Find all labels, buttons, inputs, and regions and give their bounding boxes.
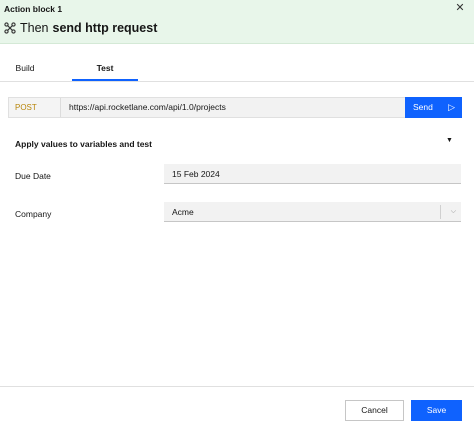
action-icon [4, 22, 16, 34]
footer-divider [0, 386, 474, 387]
company-value: Acme [172, 207, 194, 217]
due-date-field[interactable]: 15 Feb 2024 [164, 164, 461, 184]
send-button[interactable]: Send ▷ [405, 97, 462, 118]
step-prefix: Then [20, 21, 49, 35]
tab-bar: Build Test [0, 56, 474, 82]
close-icon[interactable]: ✕ [454, 2, 466, 14]
url-input[interactable] [69, 98, 409, 117]
due-date-label: Due Date [15, 171, 51, 181]
http-method[interactable]: POST [9, 98, 61, 117]
request-bar: POST Send ▷ [8, 97, 462, 118]
send-label: Send [413, 102, 433, 112]
section-title: Apply values to variables and test [15, 139, 152, 149]
caret-down-icon[interactable]: ▼ [446, 137, 453, 144]
divider [440, 205, 441, 219]
save-button[interactable]: Save [411, 400, 462, 421]
step-heading: Then send http request [4, 20, 157, 36]
company-label: Company [15, 209, 52, 219]
send-icon: ▷ [448, 102, 455, 112]
due-date-value: 15 Feb 2024 [172, 169, 220, 179]
cancel-button[interactable]: Cancel [345, 400, 404, 421]
dialog-header: Action block 1 ✕ Then send http request [0, 0, 474, 44]
tab-test[interactable]: Test [72, 56, 138, 81]
chevron-down-icon[interactable]: ⌵ [451, 202, 456, 222]
step-name: send http request [52, 21, 158, 35]
block-title: Action block 1 [4, 4, 63, 14]
tab-build[interactable]: Build [0, 56, 50, 81]
company-select[interactable]: Acme ⌵ [164, 202, 461, 222]
